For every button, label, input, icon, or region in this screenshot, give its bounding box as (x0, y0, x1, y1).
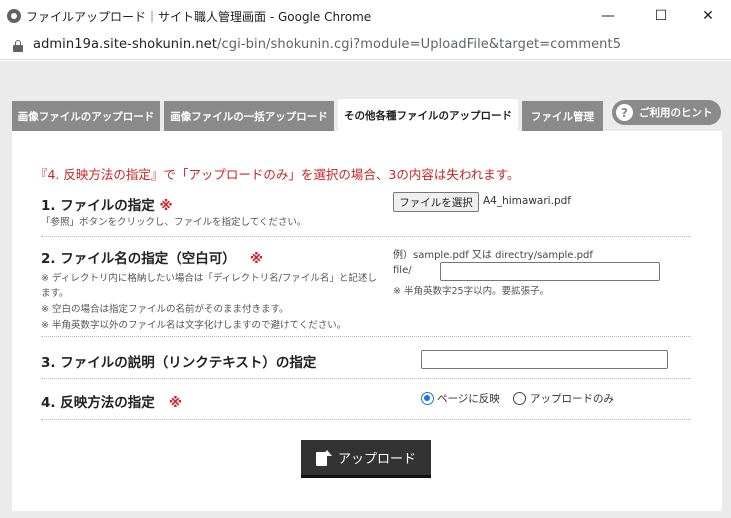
required-mark: ※ (159, 198, 173, 214)
usage-hint-label: ご利用のヒント (639, 107, 713, 119)
tab-other-file-upload[interactable]: その他各種ファイルのアップロード (338, 99, 518, 131)
tab-file-management[interactable]: ファイル管理 (522, 101, 603, 131)
window-title: ファイルアップロード｜サイト職人管理画面 - Google Chrome (26, 10, 372, 24)
method-label: 4. 反映方法の指定 ※ (41, 395, 182, 411)
chrome-logo-icon (7, 9, 21, 23)
address-bar[interactable]: admin19a.site-shokunin.net/cgi-bin/shoku… (0, 32, 731, 60)
tab-image-upload[interactable]: 画像ファイルのアップロード (12, 101, 160, 131)
close-button[interactable]: ✕ (685, 0, 731, 32)
url-host: admin19a.site-shokunin.net (33, 37, 218, 52)
minimize-button[interactable]: — (585, 0, 631, 32)
radio-upload-only[interactable] (513, 392, 526, 405)
filename-note: ※ 空白の場合は指定ファイルの名前がそのまま付きます。 (41, 304, 289, 315)
usage-hint-button[interactable]: ? ご利用のヒント (612, 100, 721, 125)
choose-file-button[interactable]: ファイルを選択 (393, 192, 479, 212)
filename-row: 2. ファイル名の指定（空白可） ※ ※ ディレクトリ内に格納したい場合は「ディ… (41, 237, 691, 337)
file-select-row: 1. ファイルの指定 ※ 「参照」ボタンをクリックし、ファイルを指定してください… (41, 191, 691, 237)
upload-form-panel: 『4. 反映方法の指定』で「アップロードのみ」を選択の場合、3の内容は失われます… (12, 131, 722, 511)
filename-note: ※ ディレクトリ内に格納したい場合は「ディレクトリ名/ファイル名」と記述し (41, 273, 377, 284)
file-upload-icon (315, 449, 332, 466)
url-path: /cgi-bin/shokunin.cgi?module=UploadFile&… (217, 37, 622, 52)
page-content: 画像ファイルのアップロード 画像ファイルの一括アップロード その他各種ファイルの… (0, 61, 731, 518)
filename-note: ます。 (41, 288, 69, 299)
filename-example: 例）sample.pdf 又は directry/sample.pdf (393, 250, 593, 261)
filename-note: ※ 半角英数字以外のファイル名は文字化けしますので避けてください。 (41, 320, 347, 331)
file-select-label: 1. ファイルの指定 ※ (41, 198, 173, 214)
description-label: 3. ファイルの説明（リンクテキスト）の指定 (41, 355, 317, 371)
radio-reflect-page-label[interactable]: ページに反映 (437, 391, 500, 406)
lock-icon (13, 40, 23, 52)
selected-file-name: A4_himawari.pdf (483, 195, 571, 207)
link-text-input[interactable] (421, 350, 668, 369)
filename-limit-note: ※ 半角英数字25字以内。要拡張子。 (393, 286, 550, 297)
url-text[interactable]: admin19a.site-shokunin.net/cgi-bin/shoku… (33, 37, 621, 52)
filename-input[interactable] (440, 262, 660, 281)
warning-message: 『4. 反映方法の指定』で「アップロードのみ」を選択の場合、3の内容は失われます… (35, 167, 520, 182)
question-icon: ? (616, 104, 633, 121)
tab-bulk-image-upload[interactable]: 画像ファイルの一括アップロード (164, 101, 334, 131)
radio-reflect-page[interactable] (421, 392, 434, 405)
required-mark: ※ (168, 395, 182, 411)
upload-button[interactable]: アップロード (301, 440, 431, 478)
window-titlebar: ファイルアップロード｜サイト職人管理画面 - Google Chrome — ☐… (0, 0, 731, 32)
upload-button-label: アップロード (337, 452, 416, 467)
filename-label: 2. ファイル名の指定（空白可） ※ (41, 251, 263, 267)
maximize-button[interactable]: ☐ (638, 0, 684, 32)
required-mark: ※ (249, 251, 263, 267)
radio-upload-only-label[interactable]: アップロードのみ (530, 391, 614, 406)
filename-prefix: file/ (393, 265, 412, 276)
file-select-note: 「参照」ボタンをクリックし、ファイルを指定してください。 (41, 217, 307, 228)
